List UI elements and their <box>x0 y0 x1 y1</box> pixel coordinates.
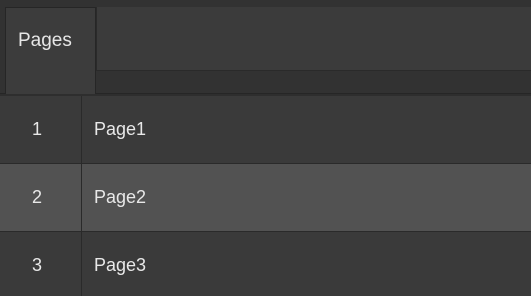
page-row[interactable]: 1 Page1 <box>0 96 531 164</box>
page-number: 3 <box>32 255 43 275</box>
tab-pages-label: Pages <box>18 30 72 51</box>
page-row-selected[interactable]: 2 Page2 <box>0 164 531 232</box>
page-name: Page3 <box>94 255 147 275</box>
tab-bar: Pages <box>0 0 531 94</box>
page-number: 1 <box>32 119 43 139</box>
page-number: 2 <box>32 187 43 207</box>
page-number-cell: 2 <box>0 164 82 231</box>
page-row[interactable]: 3 Page3 <box>0 232 531 296</box>
tab-pages[interactable]: Pages <box>5 7 96 94</box>
page-number-cell: 3 <box>0 232 82 296</box>
page-name: Page2 <box>94 187 147 207</box>
page-name: Page1 <box>94 119 147 139</box>
pages-list: 1 Page1 2 Page2 3 Page3 <box>0 96 531 296</box>
page-number-cell: 1 <box>0 96 82 163</box>
pages-panel: Pages 1 Page1 2 Page2 3 Page3 <box>0 0 531 296</box>
tab-strip-empty-area <box>96 7 531 71</box>
